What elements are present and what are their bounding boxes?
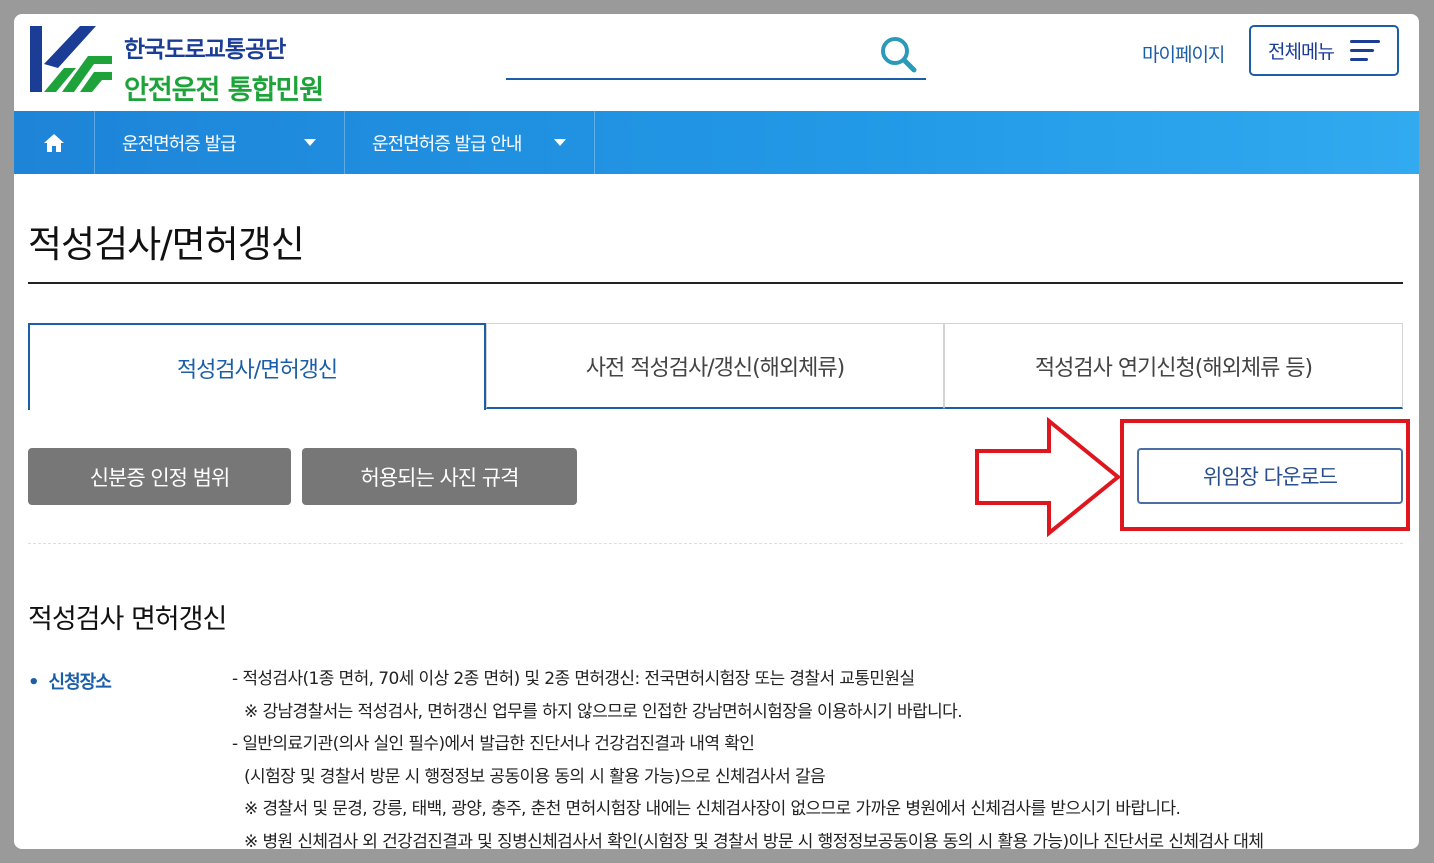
tab-bar: 적성검사/면허갱신 사전 적성검사/갱신(해외체류) 적성검사 연기신청(해외체…	[28, 323, 1403, 410]
home-button[interactable]	[14, 111, 95, 174]
search-input[interactable]	[506, 34, 870, 72]
section-title: 적성검사 면허갱신	[28, 604, 227, 635]
tab-aptitude-renewal[interactable]: 적성검사/면허갱신	[28, 323, 486, 410]
bullet-label: 신청장소	[28, 668, 112, 694]
hamburger-icon	[1349, 39, 1380, 62]
tab-aptitude-postpone[interactable]: 적성검사 연기신청(해외체류 등)	[944, 323, 1403, 409]
tab-label: 사전 적성검사/갱신(해외체류)	[585, 355, 845, 381]
info-line: (시험장 및 경찰서 방문 시 행정정보 공동이용 동의 시 활용 가능)으로 …	[244, 766, 826, 787]
search-bar	[506, 24, 926, 80]
tab-label: 적성검사/면허갱신	[176, 357, 338, 383]
main-nav: 운전면허증 발급 운전면허증 발급 안내	[14, 111, 1419, 174]
info-line: ※ 병원 신체검사 외 건강검진결과 및 징병신체검사서 확인(시험장 및 경찰…	[244, 831, 1264, 850]
all-menu-button[interactable]: 전체메뉴	[1249, 25, 1399, 76]
info-line: - 일반의료기관(의사 실인 필수)에서 발급한 진단서나 건강검진결과 내역 …	[232, 734, 755, 754]
tab-label: 적성검사 연기신청(해외체류 등)	[1034, 355, 1313, 381]
org-name: 한국도로교통공단	[124, 37, 286, 63]
chevron-down-icon	[304, 139, 316, 146]
chevron-down-icon	[554, 139, 566, 146]
id-range-button[interactable]: 신분증 인정 범위	[28, 448, 291, 505]
photo-spec-button[interactable]: 허용되는 사진 규격	[302, 448, 577, 505]
highlight-box	[1120, 419, 1410, 531]
koroad-logo-icon	[30, 26, 112, 92]
browser-viewport: 한국도로교통공단 안전운전 통합민원 마이페이지 전체메뉴 운전면허증 발급 운…	[14, 14, 1419, 849]
nav-dropdown-label: 운전면허증 발급	[122, 133, 237, 155]
all-menu-label: 전체메뉴	[1268, 41, 1335, 63]
info-line: ※ 경찰서 및 문경, 강릉, 태백, 광양, 충주, 춘천 면허시험장 내에는…	[244, 799, 1181, 819]
section-divider	[28, 543, 1403, 544]
tab-pre-aptitude-overseas[interactable]: 사전 적성검사/갱신(해외체류)	[486, 323, 944, 409]
site-logo[interactable]: 한국도로교통공단 안전운전 통합민원	[28, 24, 348, 106]
info-line: - 적성검사(1종 면허, 70세 이상 2종 면허) 및 2종 면허갱신: 전…	[232, 669, 915, 689]
info-line: ※ 강남경찰서는 적성검사, 면허갱신 업무를 하지 않으므로 인접한 강남면허…	[244, 701, 963, 722]
page-title: 적성검사/면허갱신	[28, 223, 305, 266]
search-icon[interactable]	[878, 34, 918, 74]
nav-dropdown-label: 운전면허증 발급 안내	[372, 133, 522, 155]
nav-dropdown-license-issue[interactable]: 운전면허증 발급	[95, 111, 345, 174]
info-lines: - 적성검사(1종 면허, 70세 이상 2종 면허) 및 2종 면허갱신: 전…	[232, 665, 1412, 849]
arrow-right-icon	[975, 417, 1122, 538]
home-icon	[44, 133, 64, 152]
mypage-link[interactable]: 마이페이지	[1142, 40, 1225, 67]
title-divider	[28, 282, 1403, 284]
site-name: 안전운전 통합민원	[124, 75, 324, 106]
nav-dropdown-license-guide[interactable]: 운전면허증 발급 안내	[345, 111, 595, 174]
